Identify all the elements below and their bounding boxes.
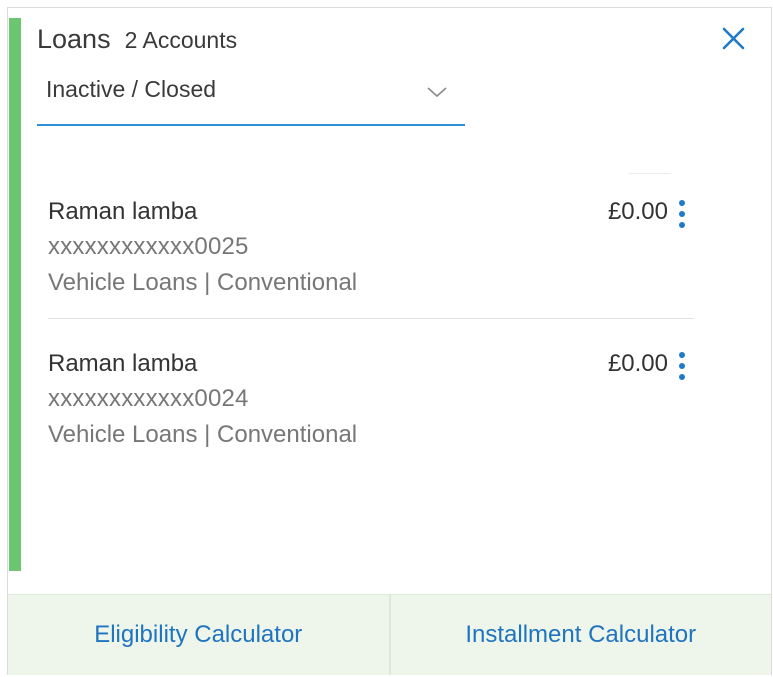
loans-widget: Loans 2 Accounts Inactive / Closed Raman…: [7, 7, 772, 675]
dropdown-selected-value: Inactive / Closed: [46, 76, 217, 102]
account-holder-name: Raman lamba: [48, 198, 198, 225]
status-accent-bar: [9, 18, 21, 571]
widget-footer: Eligibility Calculator Installment Calcu…: [8, 594, 771, 675]
installment-calculator-link[interactable]: Installment Calculator: [391, 595, 772, 675]
account-number: xxxxxxxxxxxx0024: [48, 385, 249, 412]
chevron-down-icon: [427, 87, 447, 98]
account-number: xxxxxxxxxxxx0025: [48, 233, 249, 260]
account-holder-name: Raman lamba: [48, 350, 198, 377]
account-type: Vehicle Loans | Conventional: [48, 269, 358, 296]
account-balance: £0.00: [607, 198, 668, 225]
account-count: 2 Accounts: [124, 27, 238, 53]
close-button[interactable]: [717, 22, 751, 56]
account-balance: £0.00: [607, 350, 668, 377]
widget-title: Loans: [37, 24, 111, 54]
divider-stub: [629, 173, 671, 174]
eligibility-calculator-link[interactable]: Eligibility Calculator: [8, 595, 391, 675]
more-options-icon[interactable]: [675, 200, 689, 230]
more-options-icon[interactable]: [675, 352, 689, 382]
list-divider: [48, 318, 694, 319]
account-type: Vehicle Loans | Conventional: [48, 421, 358, 448]
account-status-dropdown[interactable]: Inactive / Closed: [37, 70, 465, 126]
widget-header: Loans 2 Accounts: [37, 24, 237, 55]
close-icon: [722, 27, 745, 50]
